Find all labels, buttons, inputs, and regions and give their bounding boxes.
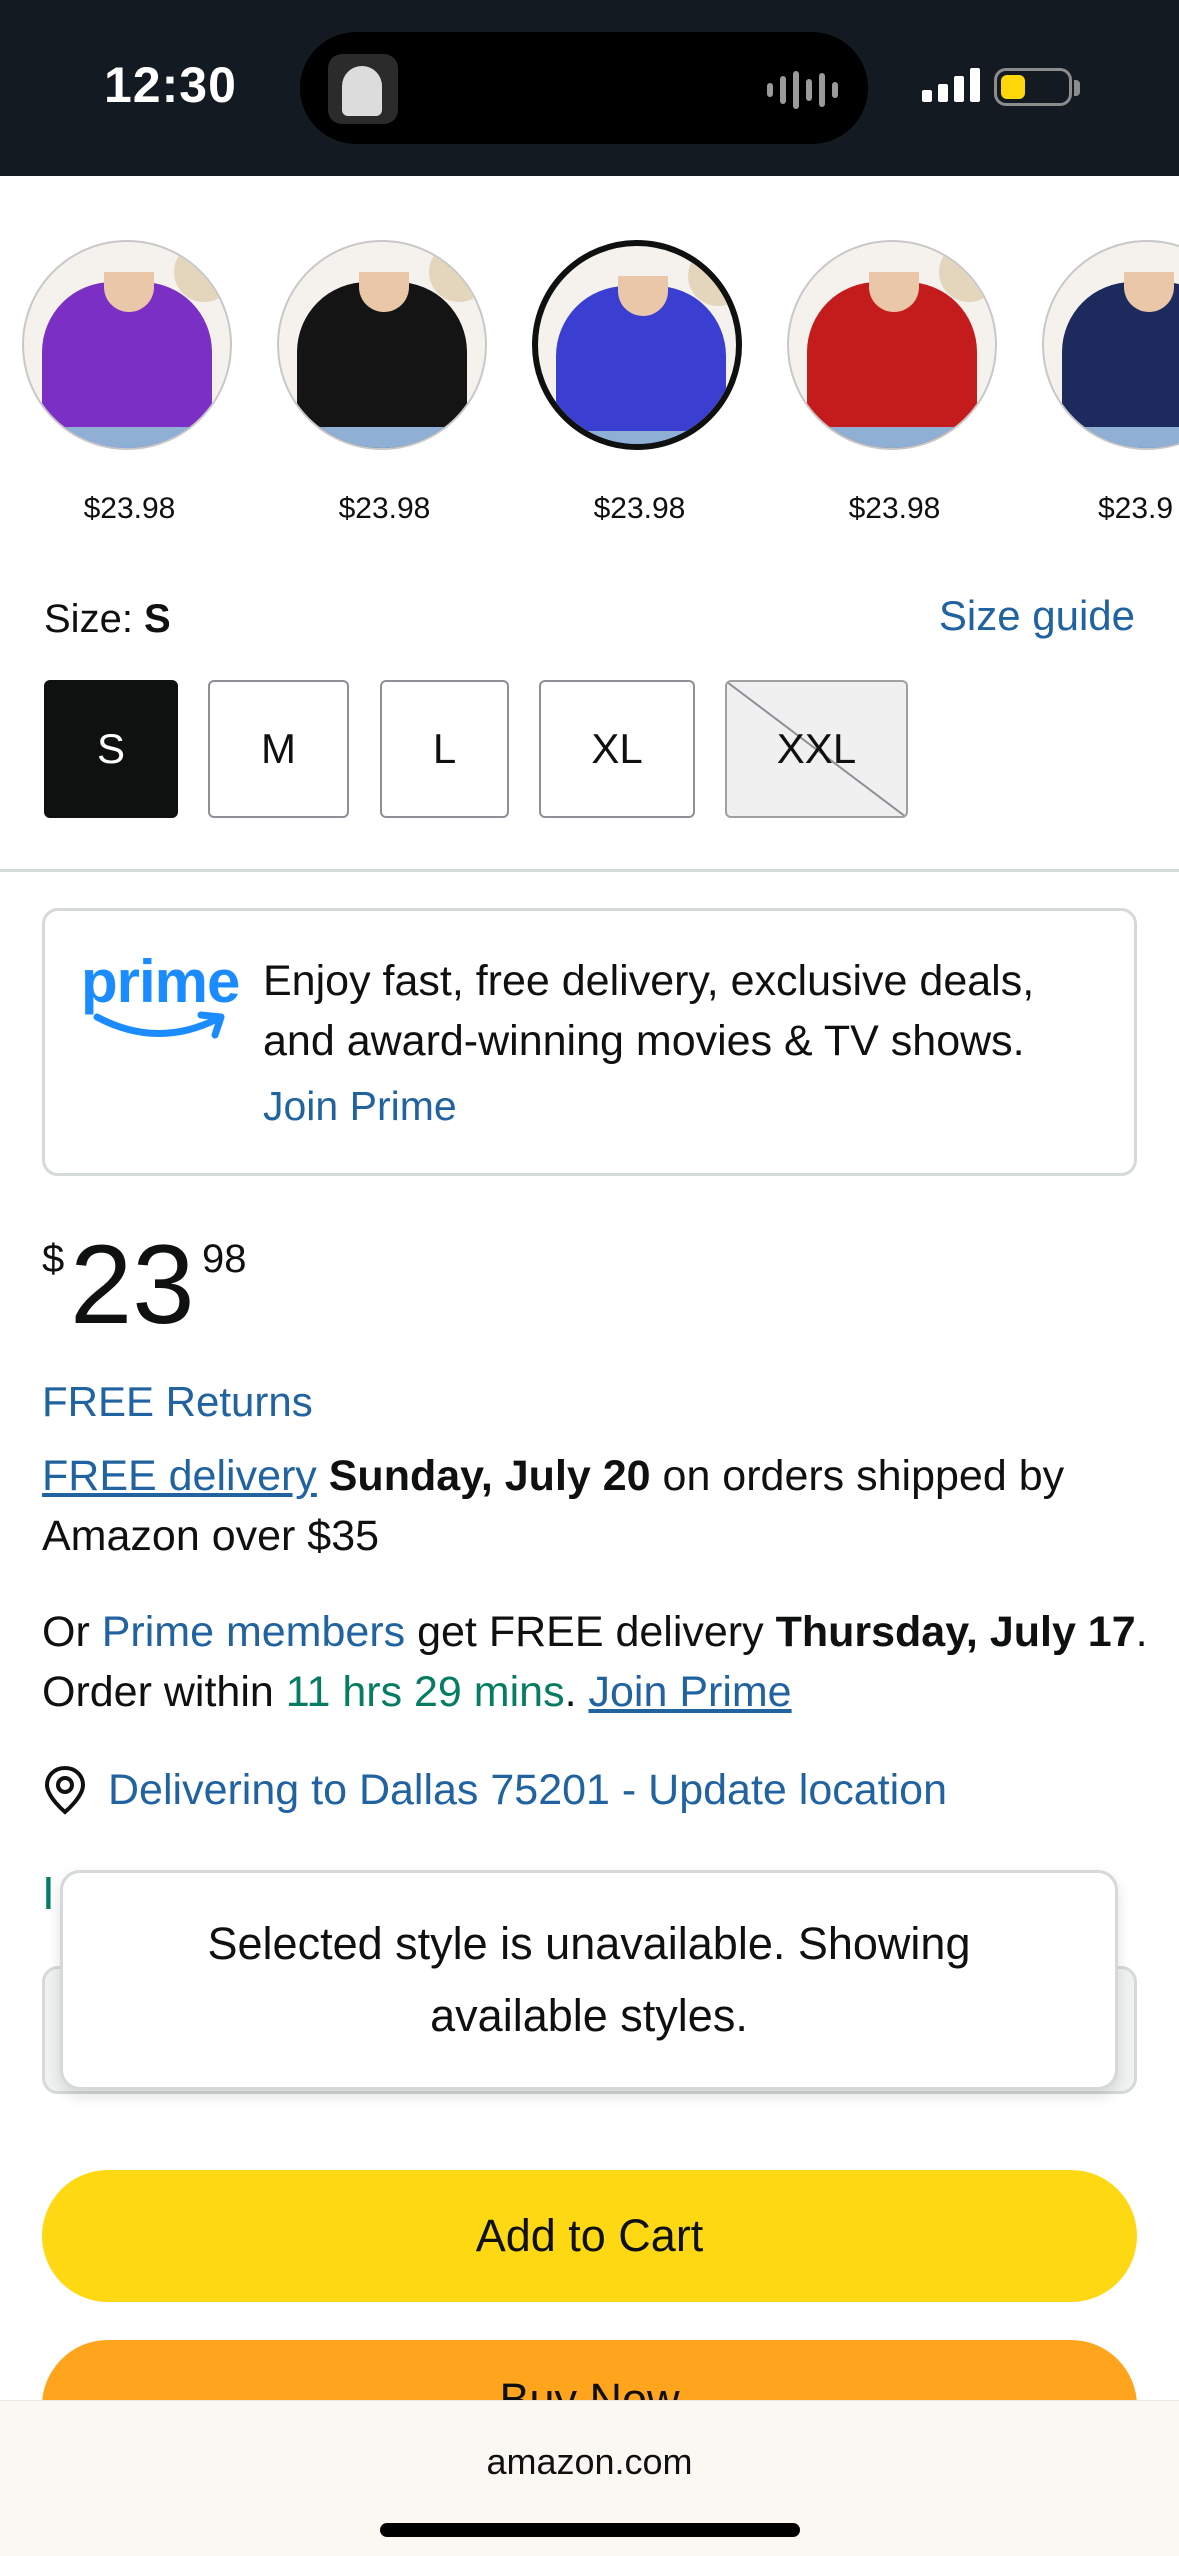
cellular-signal-icon xyxy=(922,68,980,102)
join-prime-link[interactable]: Join Prime xyxy=(263,1083,457,1130)
add-to-cart-button[interactable]: Add to Cart xyxy=(42,2170,1137,2302)
size-option-xl[interactable]: XL xyxy=(539,680,695,818)
navy-shirt-image xyxy=(1042,240,1179,450)
size-label: Size: S xyxy=(44,597,171,641)
battery-icon xyxy=(994,68,1072,106)
size-option-xxl-unavailable[interactable]: XXL xyxy=(725,680,908,818)
color-swatch-carousel[interactable]: $23.98 $23.98 $23.98 $23.98 $23.9 xyxy=(0,230,1179,560)
prime-promo-card[interactable]: prime Enjoy fast, free delivery, exclusi… xyxy=(42,908,1137,1176)
audio-waveform-icon xyxy=(767,70,838,110)
price-currency-symbol: $ xyxy=(42,1237,65,1281)
now-playing-artwork xyxy=(328,54,398,124)
red-shirt-image xyxy=(787,240,997,450)
size-option-label: XXL xyxy=(776,725,857,772)
home-indicator[interactable] xyxy=(380,2523,800,2537)
free-returns-link[interactable]: FREE Returns xyxy=(42,1378,313,1426)
size-guide-link[interactable]: Size guide xyxy=(939,592,1135,640)
prime-smile-icon xyxy=(93,1011,225,1039)
swatch-price: $23.98 xyxy=(848,492,941,525)
dynamic-island[interactable] xyxy=(300,32,868,144)
swatch-price: $23.98 xyxy=(593,492,686,525)
price-fraction: 98 xyxy=(202,1237,247,1281)
free-delivery-link[interactable]: FREE delivery xyxy=(42,1452,317,1500)
delivery-date: Sunday, July 20 xyxy=(328,1452,651,1500)
price-whole: 23 xyxy=(70,1222,195,1347)
section-divider xyxy=(0,869,1179,872)
delivery-info: FREE delivery Sunday, July 20 on orders … xyxy=(42,1446,1152,1566)
prime-members-link[interactable]: Prime members xyxy=(102,1608,405,1656)
status-time: 12:30 xyxy=(104,57,237,113)
toast-message: Selected style is unavailable. Showing a… xyxy=(207,1918,971,2041)
size-option-m[interactable]: M xyxy=(208,680,349,818)
status-bar: 12:30 xyxy=(0,0,1179,176)
prime-logo: prime xyxy=(81,947,241,1057)
prime-delivery-info: Or Prime members get FREE delivery Thurs… xyxy=(42,1608,1148,1716)
delivery-location[interactable]: Delivering to Dallas 75201 - Update loca… xyxy=(42,1760,947,1820)
stock-status-partial: I xyxy=(42,1867,55,1919)
prime-promo-text: Enjoy fast, free delivery, exclusive dea… xyxy=(263,957,1035,1065)
swatch-price: $23.98 xyxy=(338,492,431,525)
size-option-s[interactable]: S xyxy=(44,680,178,818)
size-option-l[interactable]: L xyxy=(380,680,509,818)
browser-address-bar[interactable]: amazon.com xyxy=(0,2400,1179,2556)
delivery-location-link[interactable]: Delivering to Dallas 75201 - Update loca… xyxy=(108,1766,947,1815)
join-prime-link-2[interactable]: Join Prime xyxy=(588,1668,791,1716)
location-pin-icon xyxy=(44,1765,86,1815)
unavailable-style-toast: Selected style is unavailable. Showing a… xyxy=(60,1870,1118,2090)
swatch-price: $23.98 xyxy=(83,492,176,525)
blue-shirt-image xyxy=(532,240,742,450)
selected-size-value: S xyxy=(144,597,171,641)
order-countdown: 11 hrs 29 mins xyxy=(285,1668,565,1716)
swatch-price: $23.9 xyxy=(1098,492,1174,525)
purple-shirt-image xyxy=(22,240,232,450)
url-text[interactable]: amazon.com xyxy=(0,2441,1179,2483)
black-shirt-image xyxy=(277,240,487,450)
prime-delivery-date: Thursday, July 17 xyxy=(775,1608,1136,1656)
